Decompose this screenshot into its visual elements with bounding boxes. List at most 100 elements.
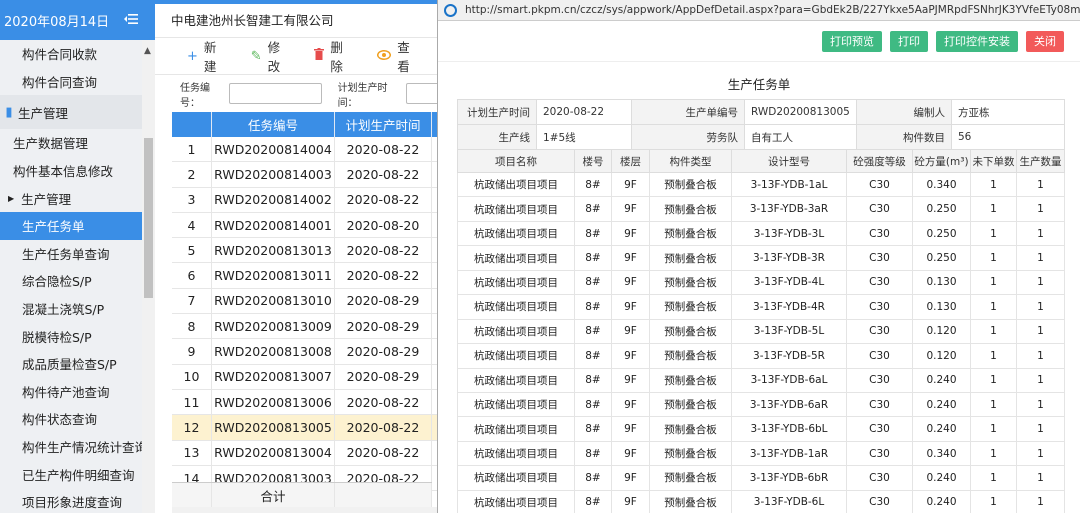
table-row[interactable]: 2 RWD20200814003 2020-08-22	[172, 162, 444, 188]
close-button[interactable]: 关闭	[1026, 30, 1064, 52]
table-cell: 0.250	[912, 245, 971, 271]
sidebar-item[interactable]: 构件基本信息修改	[0, 157, 142, 185]
sidebar-item[interactable]: 综合隐检S/P	[0, 267, 142, 295]
plan-date-cell: 2020-08-29	[335, 364, 432, 389]
sidebar-item-label: 构件状态查询	[22, 412, 98, 428]
scrollbar-thumb[interactable]	[144, 138, 153, 298]
table-cell: 8#	[574, 269, 612, 296]
view-button[interactable]: 查看	[377, 37, 422, 75]
sidebar-item[interactable]: 已生产构件明细查询	[0, 460, 142, 488]
table-cell: 1	[970, 245, 1017, 271]
sidebar-item[interactable]: 构件合同收款	[0, 40, 142, 68]
sidebar-item-label: 生产任务单查询	[22, 246, 110, 262]
table-cell: 3-13F-YDB-6L	[731, 489, 847, 513]
table-cell: 预制叠合板	[649, 489, 732, 513]
add-button[interactable]: + 新建	[187, 37, 229, 75]
sidebar-item[interactable]: 脱模待检S/P	[0, 322, 142, 350]
address-bar[interactable]: http://smart.pkpm.cn/czcz/sys/appwork/Ap…	[438, 0, 1080, 21]
table-cell: 1	[970, 220, 1017, 247]
sidebar-item[interactable]: 构件状态查询	[0, 405, 142, 433]
table-cell: 1	[1016, 294, 1065, 320]
column-plan-date[interactable]: 计划生产时间	[335, 112, 432, 137]
task-no-input[interactable]	[229, 83, 322, 104]
table-cell: 1	[1016, 416, 1065, 442]
table-cell: 杭政储出项目项目	[457, 465, 575, 491]
table-cell: 0.240	[912, 367, 971, 393]
table-row[interactable]: 9 RWD20200813008 2020-08-29	[172, 339, 444, 365]
table-row[interactable]: 4 RWD20200814001 2020-08-20	[172, 212, 444, 239]
browser-icon	[444, 3, 457, 17]
table-row[interactable]: 1 RWD20200814004 2020-08-22	[172, 137, 444, 163]
sidebar-item[interactable]: 混凝土浇筑S/P	[0, 295, 142, 323]
table-row[interactable]: 10 RWD20200813007 2020-08-29	[172, 364, 444, 390]
table-cell: 杭政储出项目项目	[457, 440, 575, 467]
detail-window: http://smart.pkpm.cn/czcz/sys/appwork/Ap…	[437, 0, 1080, 513]
install-print-control-button[interactable]: 打印控件安装	[936, 30, 1018, 52]
sidebar-item[interactable]: 构件合同查询	[0, 68, 142, 96]
table-cell: 3-13F-YDB-3R	[731, 245, 847, 271]
table-row[interactable]: 12 RWD20200813005 2020-08-22	[172, 415, 444, 441]
table-cell: 9F	[611, 440, 650, 467]
table-cell: 8#	[574, 489, 612, 513]
print-preview-button[interactable]: 打印预览	[822, 30, 882, 52]
sidebar-item[interactable]: ▶ 生产管理	[0, 184, 142, 212]
column-task-no[interactable]: 任务编号	[212, 112, 335, 137]
table-cell: 0.130	[912, 269, 971, 296]
task-grid-body: 1 RWD20200814004 2020-08-22 2 RWD20200814003…	[172, 137, 444, 492]
sidebar-item[interactable]: 生产数据管理	[0, 129, 142, 157]
table-cell: C30	[846, 269, 913, 296]
sidebar-scrollbar[interactable]: ▲	[142, 40, 155, 513]
table-row: 杭政储出项目项目 8# 9F 预制叠合板 3-13F-YDB-4R C30 0.130 1 1	[457, 294, 1065, 320]
line-label: 生产线	[457, 124, 537, 150]
table-cell: 8#	[574, 220, 612, 247]
table-cell: 预制叠合板	[649, 440, 732, 467]
sidebar-item[interactable]: 构件生产情况统计查询	[0, 433, 147, 461]
plan-date-label: 计划生产时间	[457, 99, 537, 125]
table-cell: 3-13F-YDB-3aR	[731, 196, 847, 222]
sidebar-item[interactable]: 构件待产池查询	[0, 378, 142, 406]
table-cell: 预制叠合板	[649, 294, 732, 320]
grid-horizontal-scrollbar[interactable]	[172, 507, 444, 513]
table-cell: 8#	[574, 367, 612, 393]
table-row[interactable]: 11 RWD20200813006 2020-08-22	[172, 389, 444, 416]
task-no-cell: RWD20200813013	[212, 238, 335, 263]
column-header: 项目名称	[457, 149, 575, 173]
table-row[interactable]: 13 RWD20200813004 2020-08-22	[172, 440, 444, 466]
table-cell: 8#	[574, 391, 612, 418]
table-row[interactable]: 7 RWD20200813010 2020-08-29	[172, 288, 444, 315]
table-row[interactable]: 5 RWD20200813013 2020-08-22	[172, 238, 444, 264]
sidebar-item[interactable]: 生产任务单	[0, 211, 142, 240]
document-title: 生产任务单	[727, 76, 791, 92]
table-cell: 预制叠合板	[649, 391, 732, 418]
menu-toggle-icon[interactable]	[124, 12, 138, 26]
table-cell: C30	[846, 171, 913, 198]
table-cell: 1	[970, 343, 1017, 369]
table-cell: 8#	[574, 416, 612, 442]
table-cell: 1	[1016, 367, 1065, 393]
sidebar-item[interactable]: 项目形象进度查询	[0, 488, 142, 513]
delete-button[interactable]: 删除	[314, 37, 355, 75]
column-header: 未下单数	[970, 149, 1017, 173]
sidebar-item[interactable]: ▮ 生产管理	[0, 95, 142, 130]
table-row[interactable]: 3 RWD20200814002 2020-08-22	[172, 187, 444, 213]
task-no-cell: RWD20200813004	[212, 440, 335, 465]
print-button[interactable]: 打印	[890, 30, 928, 52]
sidebar-item[interactable]: 生产任务单查询	[0, 240, 142, 268]
task-no-cell: RWD20200813005	[212, 415, 335, 440]
row-index: 12	[172, 415, 212, 440]
table-row[interactable]: 6 RWD20200813011 2020-08-22	[172, 263, 444, 289]
scroll-up-icon[interactable]: ▲	[144, 46, 151, 56]
company-name: 中电建池州长智建工有限公司	[155, 4, 444, 38]
edit-button[interactable]: ✎ 修改	[251, 37, 293, 75]
column-header: 构件类型	[649, 149, 732, 173]
column-header: 砼强度等级	[846, 149, 913, 173]
plan-date-cell: 2020-08-22	[335, 389, 432, 415]
table-cell: 3-13F-YDB-5R	[731, 343, 847, 369]
table-row[interactable]: 8 RWD20200813009 2020-08-29	[172, 314, 444, 340]
table-cell: C30	[846, 416, 913, 442]
table-cell: 3-13F-YDB-6bR	[731, 465, 847, 491]
sidebar-item[interactable]: 成品质量检查S/P	[0, 350, 142, 378]
table-cell: 0.340	[912, 171, 971, 198]
task-no-cell: RWD20200813006	[212, 389, 335, 415]
table-cell: 9F	[611, 196, 650, 222]
